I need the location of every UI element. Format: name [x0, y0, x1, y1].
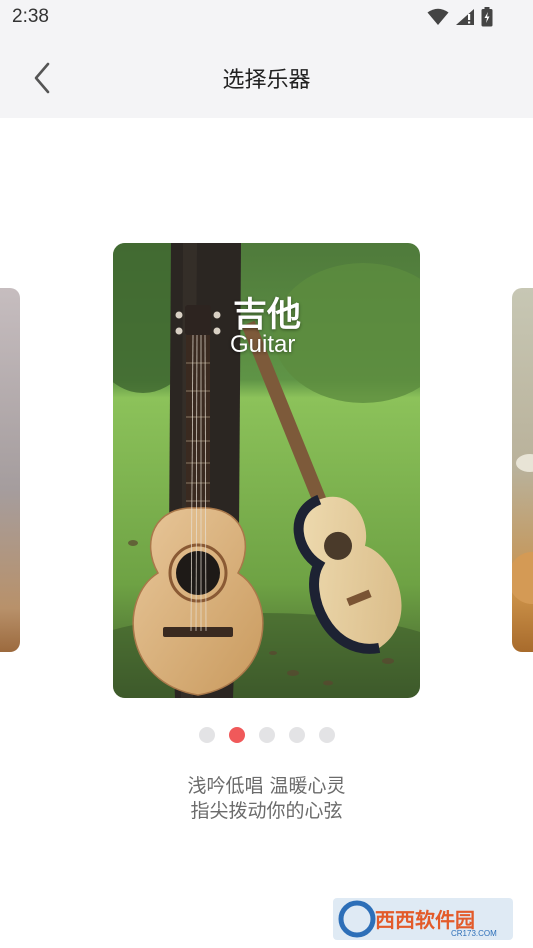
description-line-1: 浅吟低唱 温暖心灵 [187, 775, 346, 797]
cell-signal-icon [456, 9, 474, 25]
instrument-carousel[interactable]: 吉他 Guitar [0, 118, 533, 718]
watermark-sub: CR173.COM [451, 929, 497, 938]
page-title: 选择乐器 [222, 68, 311, 93]
status-bar: 2:38 [0, 0, 533, 36]
screen: 2:38 选择乐器 吉他 Guitar 浅吟低唱 温暖心灵 指尖拨动你的心弦 西… [0, 0, 533, 948]
next-card-image [512, 454, 533, 604]
instrument-name-zh: 吉他 [233, 295, 301, 335]
guitar-card[interactable]: 吉他 Guitar [113, 243, 420, 698]
instrument-description: 浅吟低唱 温暖心灵 指尖拨动你的心弦 [0, 774, 533, 824]
prev-instrument-card[interactable] [0, 288, 20, 652]
carousel-indicator [0, 727, 533, 743]
status-time: 2:38 [12, 6, 49, 27]
indicator-dot[interactable] [198, 727, 215, 743]
indicator-dot[interactable] [258, 727, 275, 743]
next-instrument-card[interactable] [512, 288, 533, 652]
instrument-name-en: Guitar [230, 331, 296, 358]
header: 选择乐器 [0, 36, 533, 118]
wifi-icon [427, 8, 449, 25]
indicator-dot[interactable] [288, 727, 305, 743]
watermark-logo: 西西软件园 CR173.COM [333, 898, 513, 940]
indicator-dot[interactable] [318, 727, 335, 743]
indicator-dot-active[interactable] [228, 727, 245, 743]
description-line-2: 指尖拨动你的心弦 [190, 800, 343, 822]
status-icons [427, 7, 493, 27]
battery-icon [481, 7, 493, 27]
